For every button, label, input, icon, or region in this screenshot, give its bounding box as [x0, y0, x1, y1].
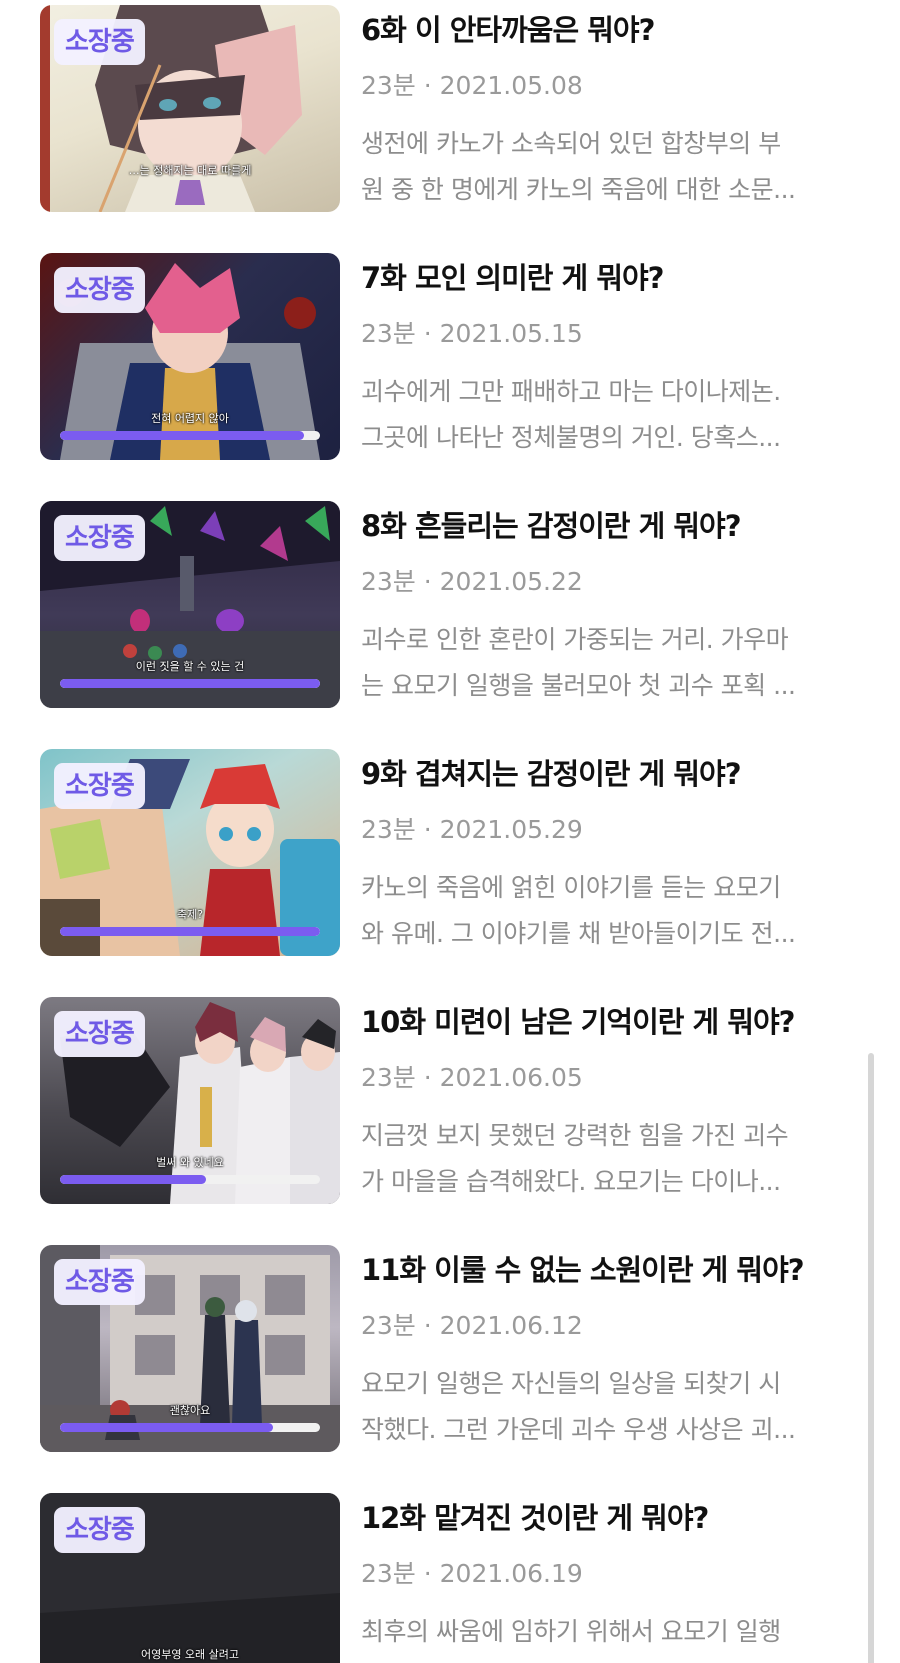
- episode-thumbnail[interactable]: 어영부영 오래 살려고 소장중: [40, 1493, 340, 1663]
- episode-description-line: 최후의 싸움에 임하기 위해서 요모기 일행: [361, 1617, 781, 1646]
- episode-title[interactable]: 11화 이룰 수 없는 소원이란 게 뭐야?: [361, 1252, 861, 1288]
- episode-title[interactable]: 12화 맡겨진 것이란 게 뭐야?: [361, 1500, 861, 1536]
- episode-title[interactable]: 7화 모인 의미란 게 뭐야?: [361, 260, 861, 296]
- episode-title[interactable]: 9화 겹쳐지는 감정이란 게 뭐야?: [361, 756, 861, 792]
- thumbnail-caption: 어영부영 오래 살려고: [140, 1648, 240, 1661]
- watch-progress-bar: [60, 1175, 320, 1184]
- episode-description-line: 생전에 카노가 소속되어 있던 합창부의 부: [361, 129, 781, 158]
- episode-description-line: 카노의 죽음에 얽힌 이야기를 듣는 요모기: [361, 873, 781, 902]
- episode-info: 10화 미련이 남은 기억이란 게 뭐야? 23분 · 2021.06.05 지…: [361, 997, 861, 1205]
- episode-title[interactable]: 10화 미련이 남은 기억이란 게 뭐야?: [361, 1004, 861, 1040]
- thumbnail-caption: …는 정해지는 대로 따를게: [128, 164, 252, 177]
- episode-description-line: 와 유메. 그 이야기를 채 받아들이기도 전...: [361, 919, 796, 948]
- episode-title[interactable]: 6화 이 안타까움은 뭐야?: [361, 12, 861, 48]
- episode-meta: 23분 · 2021.06.19: [361, 1559, 583, 1588]
- watch-progress-fill: [60, 1175, 206, 1184]
- thumbnail-caption: 축제?: [176, 908, 204, 921]
- watch-progress-fill: [60, 927, 320, 936]
- watch-progress-bar: [60, 927, 320, 936]
- owned-badge: 소장중: [54, 1259, 145, 1305]
- episode-title[interactable]: 8화 흔들리는 감정이란 게 뭐야?: [361, 508, 861, 544]
- watch-progress-bar: [60, 679, 320, 688]
- episode-item[interactable]: 벌써 와 있네요 소장중 10화 미련이 남은 기억이란 게 뭐야? 23분 ·…: [40, 997, 860, 1207]
- watch-progress-bar: [60, 1423, 320, 1432]
- episode-thumbnail[interactable]: 전혀 어렵지 않아 소장중: [40, 253, 340, 460]
- episode-item[interactable]: 이런 짓을 할 수 있는 건 소장중 8화 흔들리는 감정이란 게 뭐야? 23…: [40, 501, 860, 711]
- episode-description-line: 원 중 한 명에게 카노의 죽음에 대한 소문...: [361, 175, 796, 204]
- episode-description: 생전에 카노가 소속되어 있던 합창부의 부 원 중 한 명에게 카노의 죽음에…: [361, 121, 861, 213]
- episode-description: 요모기 일행은 자신들의 일상을 되찾기 시 작했다. 그런 가운데 괴수 우생…: [361, 1361, 861, 1453]
- episode-thumbnail[interactable]: 벌써 와 있네요 소장중: [40, 997, 340, 1204]
- watch-progress-bar: [60, 431, 320, 440]
- episode-info: 11화 이룰 수 없는 소원이란 게 뭐야? 23분 · 2021.06.12 …: [361, 1245, 861, 1453]
- episode-info: 7화 모인 의미란 게 뭐야? 23분 · 2021.05.15 괴수에게 그만…: [361, 253, 861, 461]
- episode-item[interactable]: 전혀 어렵지 않아 소장중 7화 모인 의미란 게 뭐야? 23분 · 2021…: [40, 253, 860, 463]
- watch-progress-fill: [60, 431, 305, 440]
- episode-item[interactable]: 괜찮아요 소장중 11화 이룰 수 없는 소원이란 게 뭐야? 23분 · 20…: [40, 1245, 860, 1455]
- episode-description-line: 요모기 일행은 자신들의 일상을 되찾기 시: [361, 1369, 781, 1398]
- episode-description-line: 괴수에게 그만 패배하고 마는 다이나제논.: [361, 377, 781, 406]
- episode-info: 6화 이 안타까움은 뭐야? 23분 · 2021.05.08 생전에 카노가 …: [361, 5, 861, 213]
- episode-item[interactable]: 축제? 소장중 9화 겹쳐지는 감정이란 게 뭐야? 23분 · 2021.05…: [40, 749, 860, 959]
- episode-description: 카노의 죽음에 얽힌 이야기를 듣는 요모기 와 유메. 그 이야기를 채 받아…: [361, 865, 861, 957]
- episode-meta: 23분 · 2021.05.22: [361, 567, 583, 596]
- episode-meta: 23분 · 2021.05.15: [361, 319, 583, 348]
- episode-description-line: 가 마을을 습격해왔다. 요모기는 다이나...: [361, 1167, 781, 1196]
- thumbnail-caption: 전혀 어렵지 않아: [151, 412, 229, 425]
- owned-badge: 소장중: [54, 267, 145, 313]
- owned-badge: 소장중: [54, 1011, 145, 1057]
- episode-thumbnail[interactable]: 이런 짓을 할 수 있는 건 소장중: [40, 501, 340, 708]
- episode-description-line: 그곳에 나타난 정체불명의 거인. 당혹스...: [361, 423, 781, 452]
- episode-meta: 23분 · 2021.06.12: [361, 1311, 583, 1340]
- episode-description: 최후의 싸움에 임하기 위해서 요모기 일행: [361, 1609, 861, 1655]
- episode-item[interactable]: 어영부영 오래 살려고 소장중 12화 맡겨진 것이란 게 뭐야? 23분 · …: [40, 1493, 860, 1663]
- episode-thumbnail[interactable]: …는 정해지는 대로 따를게 소장중: [40, 5, 340, 212]
- episode-meta: 23분 · 2021.05.29: [361, 815, 583, 844]
- scrollbar[interactable]: [868, 1053, 874, 1663]
- episode-info: 8화 흔들리는 감정이란 게 뭐야? 23분 · 2021.05.22 괴수로 …: [361, 501, 861, 709]
- episode-list-screen: …는 정해지는 대로 따를게 소장중 6화 이 안타까움은 뭐야? 23분 · …: [0, 0, 900, 1663]
- episode-description: 지금껏 보지 못했던 강력한 힘을 가진 괴수 가 마을을 습격해왔다. 요모기…: [361, 1113, 861, 1205]
- episode-thumbnail[interactable]: 축제? 소장중: [40, 749, 340, 956]
- episode-description-line: 는 요모기 일행을 불러모아 첫 괴수 포획 ...: [361, 671, 796, 700]
- watch-progress-fill: [60, 1423, 274, 1432]
- thumbnail-caption: 이런 짓을 할 수 있는 건: [135, 660, 245, 673]
- episode-meta: 23분 · 2021.05.08: [361, 71, 583, 100]
- owned-badge: 소장중: [54, 1507, 145, 1553]
- owned-badge: 소장중: [54, 763, 145, 809]
- episode-description: 괴수에게 그만 패배하고 마는 다이나제논. 그곳에 나타난 정체불명의 거인.…: [361, 369, 861, 461]
- episode-info: 12화 맡겨진 것이란 게 뭐야? 23분 · 2021.06.19 최후의 싸…: [361, 1493, 861, 1655]
- episode-thumbnail[interactable]: 괜찮아요 소장중: [40, 1245, 340, 1452]
- episode-info: 9화 겹쳐지는 감정이란 게 뭐야? 23분 · 2021.05.29 카노의 …: [361, 749, 861, 957]
- episode-description: 괴수로 인한 혼란이 가중되는 거리. 가우마 는 요모기 일행을 불러모아 첫…: [361, 617, 861, 709]
- thumbnail-caption: 괜찮아요: [169, 1404, 211, 1417]
- episode-description-line: 작했다. 그런 가운데 괴수 우생 사상은 괴...: [361, 1415, 796, 1444]
- owned-badge: 소장중: [54, 19, 145, 65]
- episode-item[interactable]: …는 정해지는 대로 따를게 소장중 6화 이 안타까움은 뭐야? 23분 · …: [40, 5, 860, 215]
- episode-description-line: 지금껏 보지 못했던 강력한 힘을 가진 괴수: [361, 1121, 789, 1150]
- watch-progress-fill: [60, 679, 320, 688]
- owned-badge: 소장중: [54, 515, 145, 561]
- thumbnail-caption: 벌써 와 있네요: [156, 1156, 224, 1169]
- episode-description-line: 괴수로 인한 혼란이 가중되는 거리. 가우마: [361, 625, 789, 654]
- episode-meta: 23분 · 2021.06.05: [361, 1063, 583, 1092]
